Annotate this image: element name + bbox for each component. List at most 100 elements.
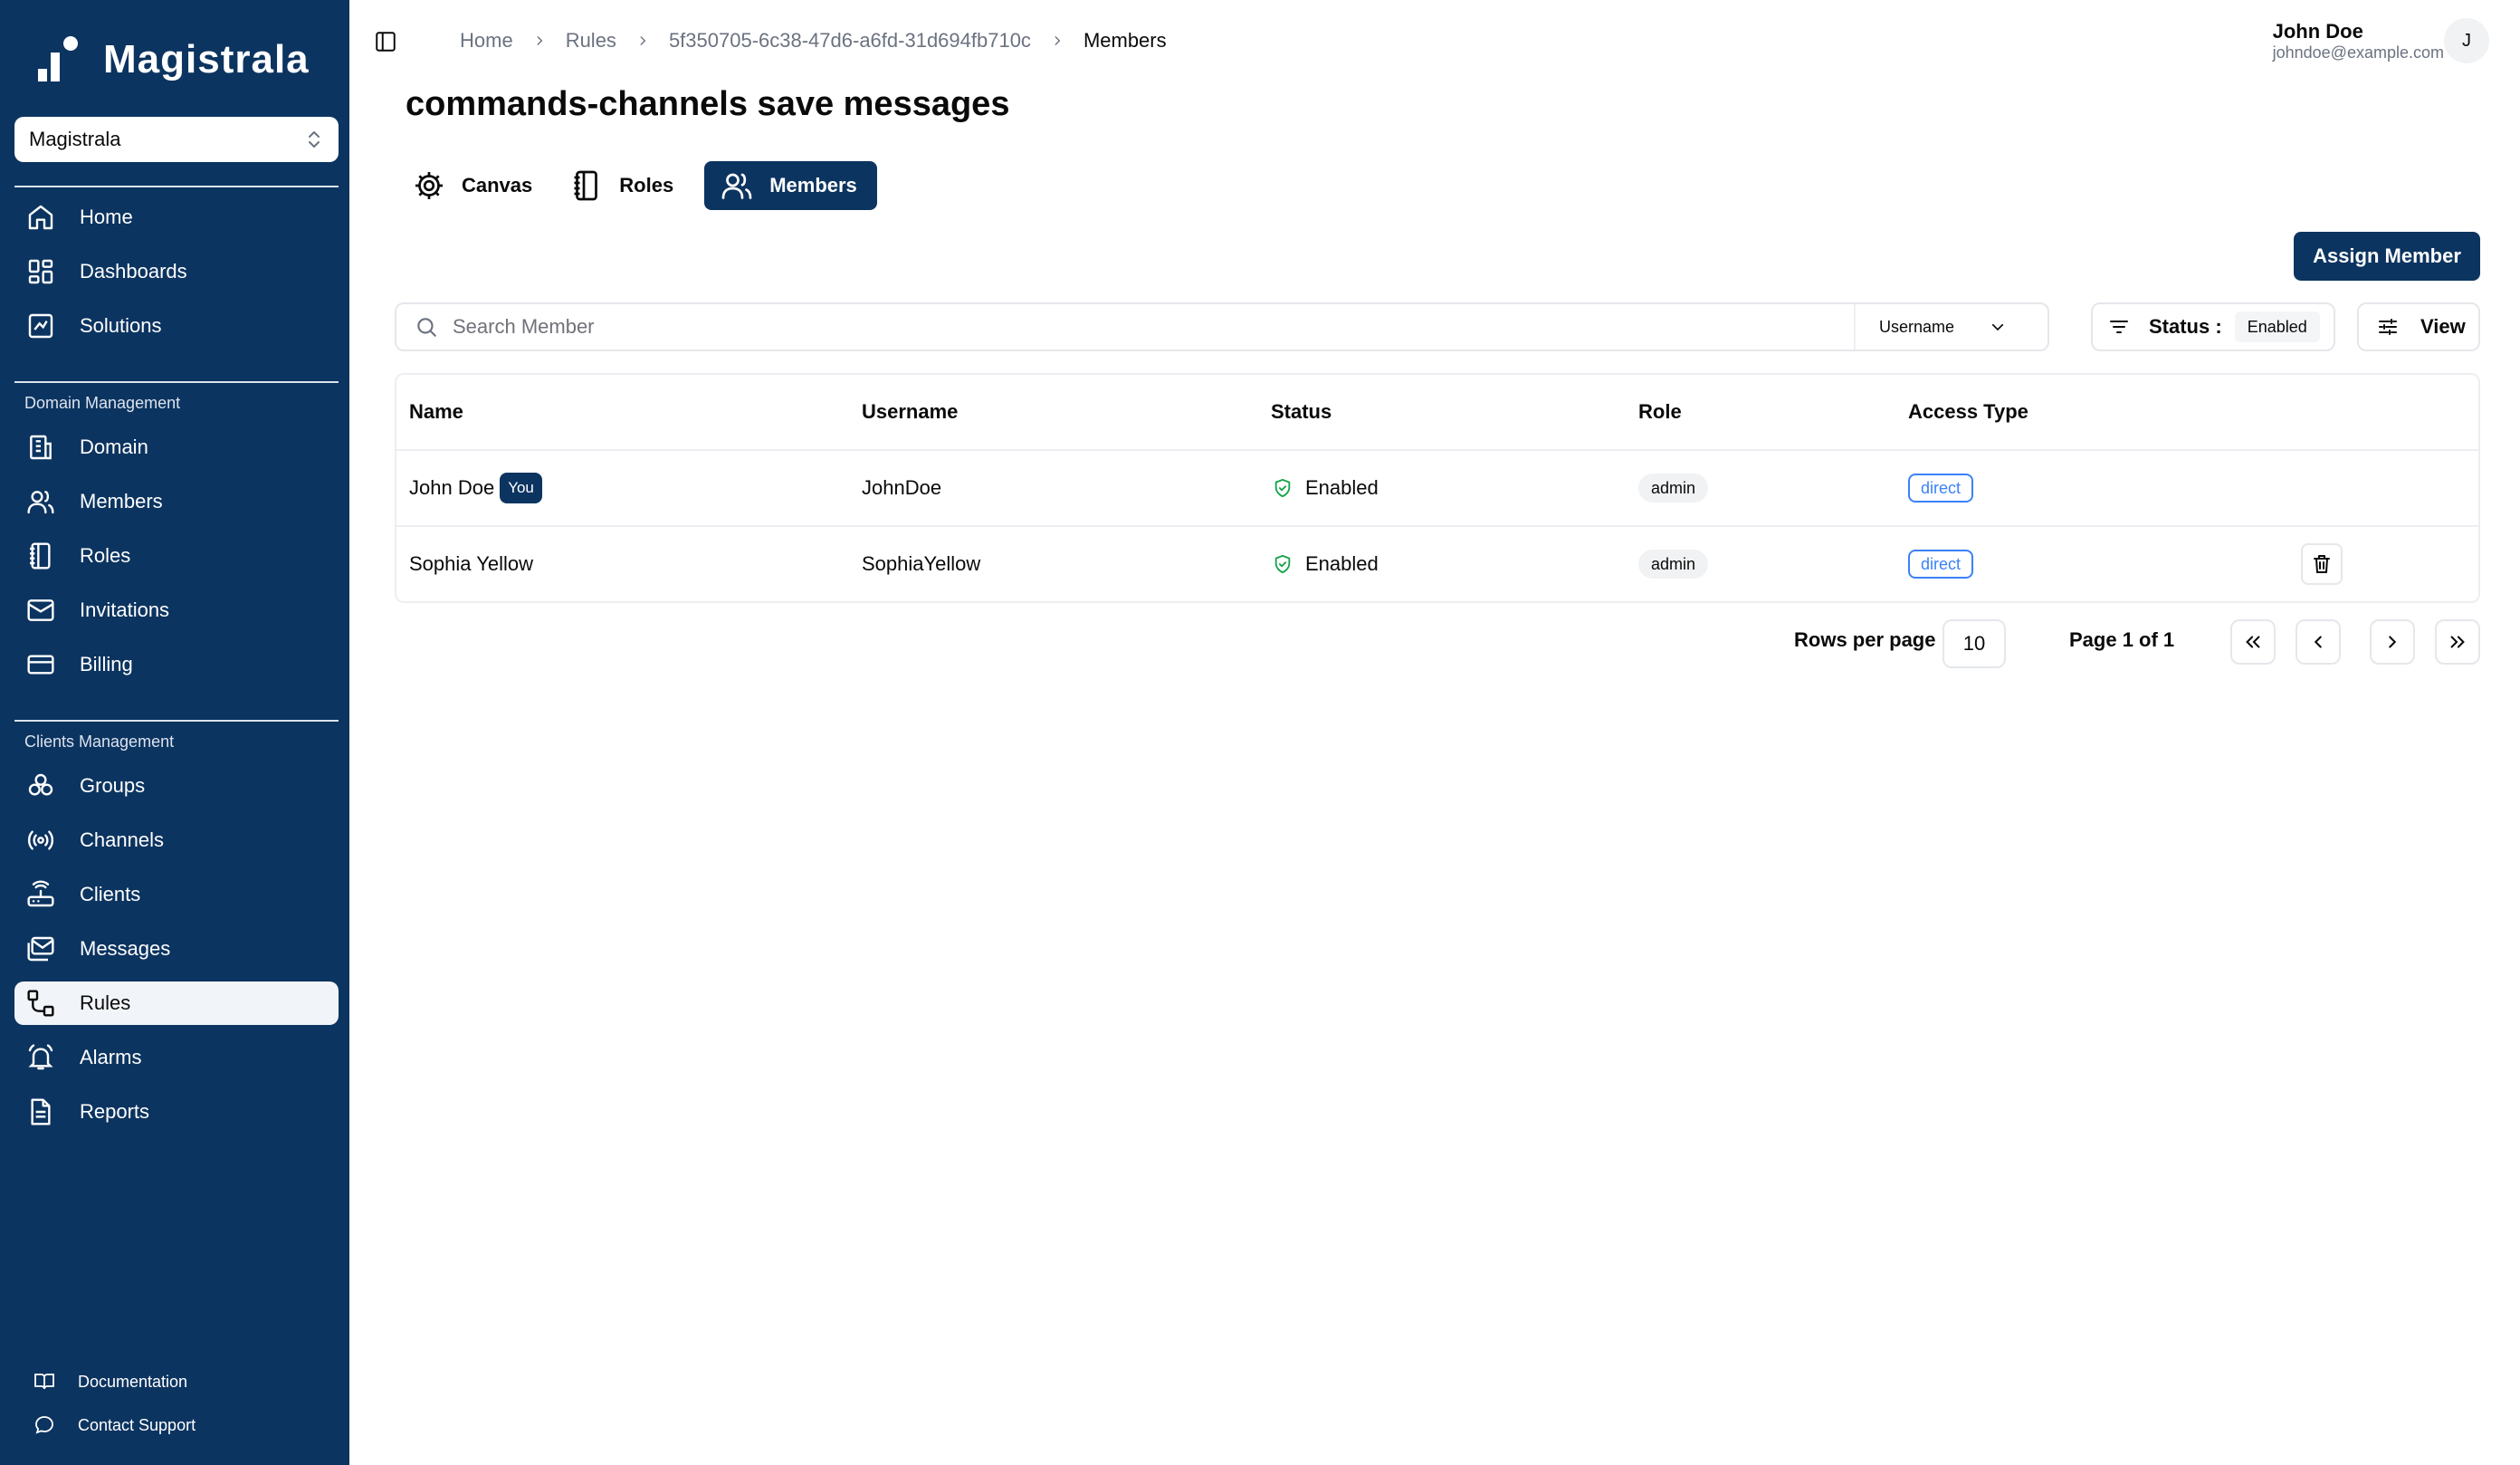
sidebar-item-label: Roles: [80, 544, 131, 567]
avatar[interactable]: J: [2444, 18, 2489, 63]
contact-support-link[interactable]: Contact Support: [14, 1407, 196, 1443]
tab-canvas[interactable]: Canvas: [406, 161, 552, 210]
mail-icon: [25, 595, 56, 626]
table-header-row: Name Username Status Role Access Type: [396, 375, 2478, 451]
domain-selector[interactable]: Magistrala: [14, 117, 339, 162]
user-info[interactable]: John Doe johndoe@example.com: [2273, 20, 2444, 62]
view-options-button[interactable]: View: [2357, 302, 2480, 351]
breadcrumb-home[interactable]: Home: [460, 29, 513, 53]
status-cell: Enabled: [1271, 527, 1379, 601]
members-icon: [25, 486, 56, 517]
panel-left-icon: [374, 30, 397, 53]
table-row[interactable]: John Doe You JohnDoe Enabled admin direc…: [396, 451, 2478, 527]
sidebar-item-clients[interactable]: Clients: [14, 873, 339, 916]
breadcrumb-rule-id[interactable]: 5f350705-6c38-47d6-a6fd-31d694fb710c: [669, 29, 1031, 53]
breadcrumb-rules[interactable]: Rules: [566, 29, 616, 53]
sidebar-item-alarms[interactable]: Alarms: [14, 1036, 339, 1079]
last-page-button[interactable]: [2435, 619, 2480, 665]
sidebar-item-home[interactable]: Home: [14, 196, 339, 239]
documentation-label: Documentation: [78, 1372, 188, 1391]
sidebar-item-label: Home: [80, 206, 133, 228]
roles-icon: [25, 541, 56, 571]
sidebar-item-messages[interactable]: Messages: [14, 927, 339, 971]
solutions-icon: [25, 311, 56, 341]
status-filter-value: Enabled: [2234, 311, 2320, 342]
assign-member-button[interactable]: Assign Member: [2294, 232, 2480, 281]
magistrala-logo-icon: [36, 34, 101, 85]
report-icon: [25, 1096, 56, 1127]
sidebar-item-invitations[interactable]: Invitations: [14, 589, 339, 632]
role-cell: admin: [1638, 527, 1709, 601]
chevron-right-icon: [533, 34, 546, 47]
tab-members[interactable]: Members: [704, 161, 877, 210]
sidebar-item-dashboards[interactable]: Dashboards: [14, 250, 339, 293]
table-row[interactable]: Sophia Yellow SophiaYellow Enabled admin…: [396, 527, 2478, 601]
sidebar-item-billing[interactable]: Billing: [14, 643, 339, 686]
username-cell: SophiaYellow: [862, 552, 981, 575]
domain-icon: [25, 432, 56, 463]
sidebar-item-label: Channels: [80, 828, 164, 851]
toggle-sidebar-button[interactable]: [371, 27, 400, 56]
sidebar-item-roles[interactable]: Roles: [14, 534, 339, 578]
sidebar-item-solutions[interactable]: Solutions: [14, 304, 339, 348]
sidebar-item-label: Rules: [80, 991, 131, 1014]
access-type-badge: direct: [1908, 550, 1974, 579]
sidebar-item-domain[interactable]: Domain: [14, 426, 339, 469]
actions-cell: [2301, 527, 2343, 601]
sidebar-item-reports[interactable]: Reports: [14, 1090, 339, 1134]
sidebar-item-label: Groups: [80, 774, 146, 797]
groups-icon: [25, 771, 56, 801]
search-bar: Username: [395, 302, 2049, 351]
sidebar-divider: [14, 186, 339, 187]
sidebar-divider: [14, 381, 339, 383]
access-cell: direct: [1908, 527, 1974, 601]
search-input[interactable]: [453, 315, 1810, 339]
next-page-button[interactable]: [2370, 619, 2415, 665]
role-badge: admin: [1638, 474, 1709, 503]
broadcast-icon: [25, 825, 56, 856]
documentation-link[interactable]: Documentation: [14, 1364, 187, 1400]
gear-icon: [411, 168, 447, 204]
users-icon: [719, 168, 755, 204]
chevrons-left-icon: [2243, 632, 2263, 652]
sidebar-item-label: Domain: [80, 436, 148, 458]
user-name: John Doe: [2272, 20, 2363, 43]
sidebar-item-label: Alarms: [80, 1046, 142, 1068]
shield-check-icon: [1271, 476, 1294, 500]
search-field-value: Username: [1865, 311, 1970, 343]
username-cell: JohnDoe: [862, 476, 942, 499]
messages-icon: [25, 934, 56, 964]
search-field-select[interactable]: Username: [1854, 304, 2048, 349]
sidebar-item-label: Clients: [80, 883, 141, 905]
sidebar-item-label: Billing: [80, 653, 133, 675]
tab-roles[interactable]: Roles: [563, 161, 693, 210]
trash-icon: [2311, 553, 2333, 575]
access-type-badge: direct: [1908, 474, 1974, 503]
sidebar-divider: [14, 720, 339, 722]
contact-support-label: Contact Support: [78, 1415, 196, 1434]
brand-logo[interactable]: Magistrala: [36, 34, 310, 85]
status-text: Enabled: [1305, 552, 1379, 575]
router-icon: [25, 879, 56, 910]
name-cell: John Doe You: [409, 451, 542, 525]
chevrons-up-down-icon: [306, 129, 322, 150]
sidebar-item-rules[interactable]: Rules: [14, 981, 339, 1025]
first-page-button[interactable]: [2230, 619, 2276, 665]
sidebar-item-members[interactable]: Members: [14, 480, 339, 523]
home-icon: [25, 202, 56, 233]
sidebar-item-groups[interactable]: Groups: [14, 764, 339, 808]
sidebar-item-label: Dashboards: [80, 260, 187, 282]
bell-icon: [25, 1042, 56, 1073]
tab-label: Members: [769, 174, 857, 196]
sidebar-item-label: Reports: [80, 1100, 150, 1123]
status-filter-button[interactable]: Status : Enabled: [2091, 302, 2335, 351]
role-badge: admin: [1638, 550, 1709, 579]
delete-member-button[interactable]: [2301, 543, 2343, 585]
status-filter-label: Status :: [2149, 315, 2222, 338]
notebook-icon: [568, 168, 605, 204]
sidebar-item-channels[interactable]: Channels: [14, 819, 339, 862]
previous-page-button[interactable]: [2296, 619, 2341, 665]
chevron-down-icon: [1987, 316, 2009, 338]
rows-per-page-select[interactable]: 10: [1942, 619, 2006, 668]
status-text: Enabled: [1305, 476, 1379, 499]
